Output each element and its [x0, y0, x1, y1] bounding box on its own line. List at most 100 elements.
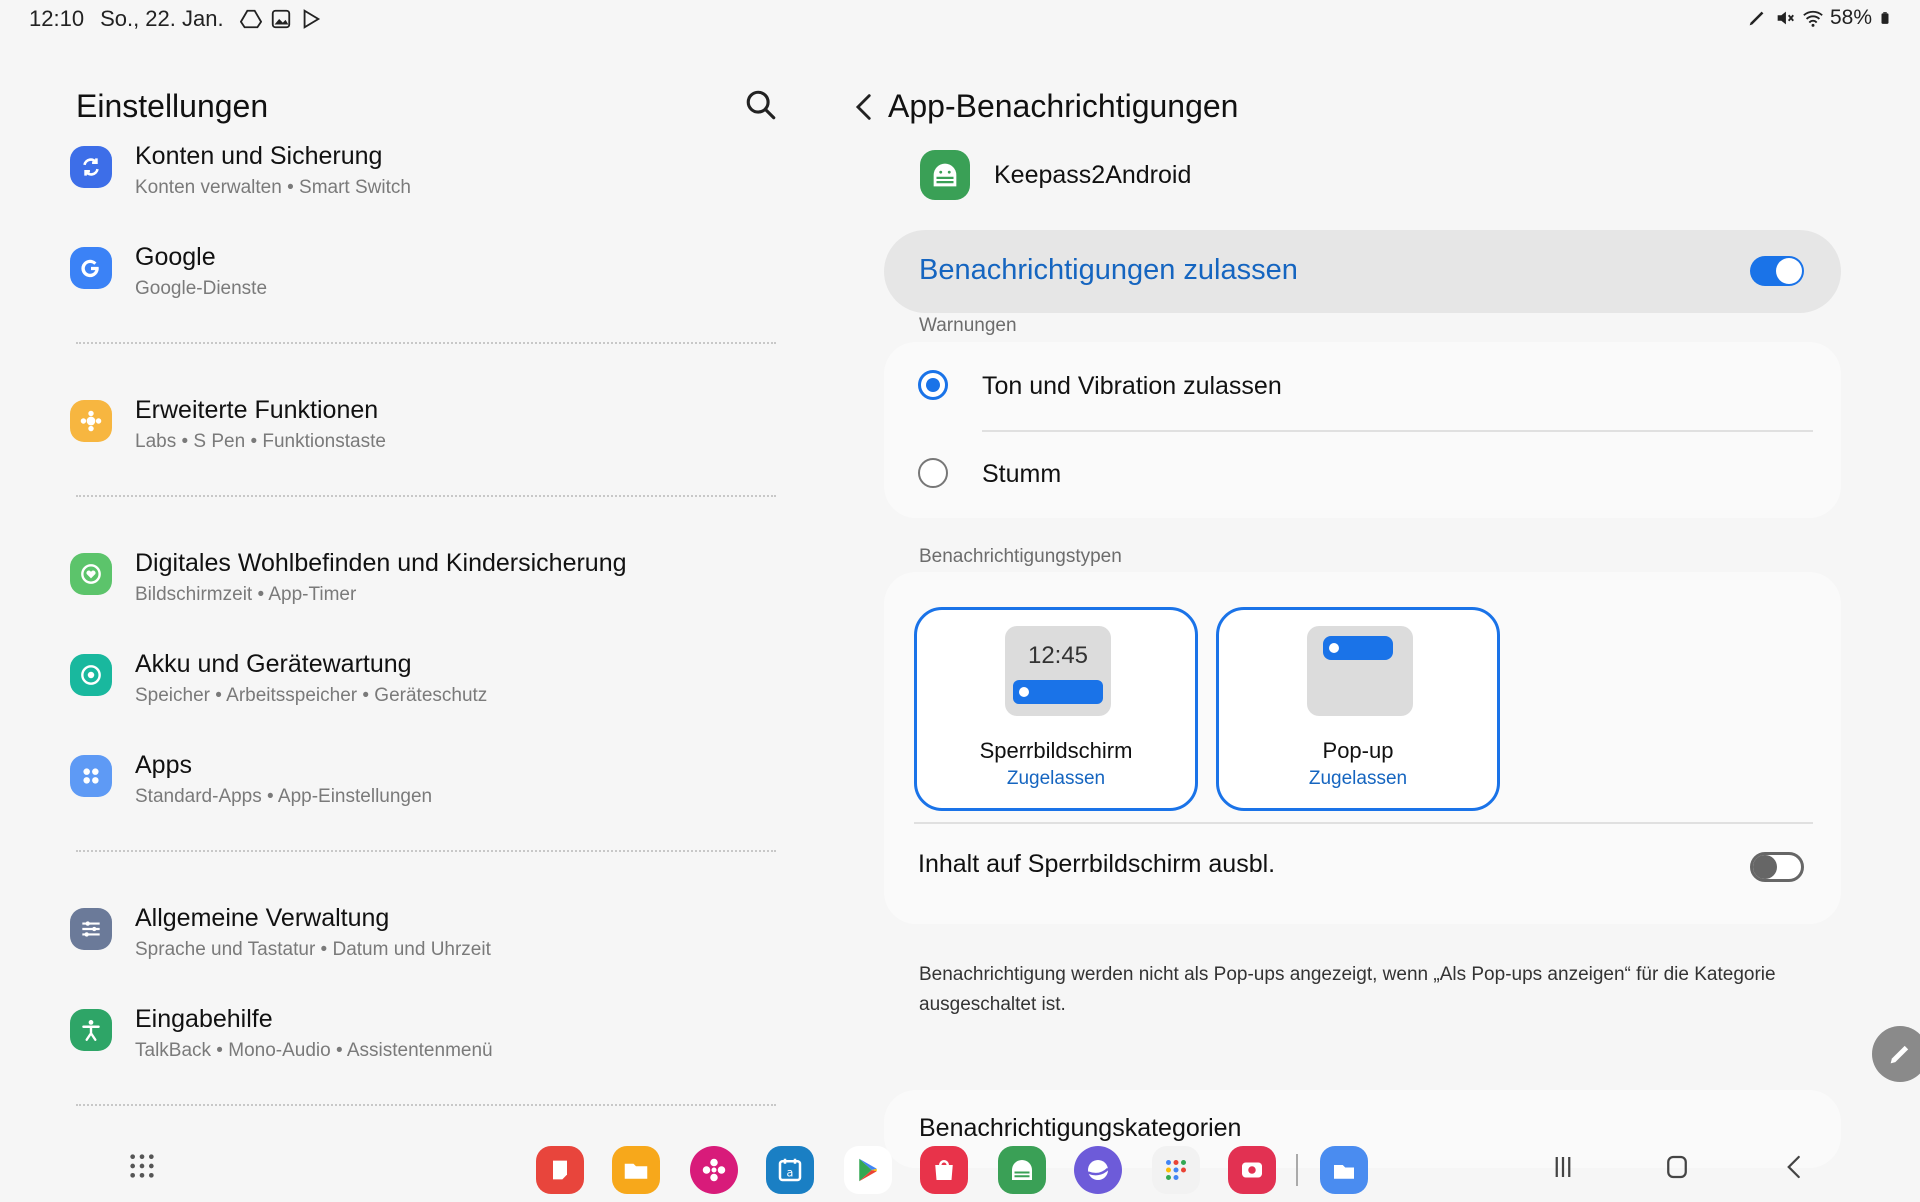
preview-time: 12:45 [1027, 642, 1089, 669]
type-name: Sperrbildschirm [979, 738, 1133, 763]
settings-item-title: Erweiterte Funktionen [135, 396, 379, 424]
settings-title: Einstellungen [76, 88, 269, 124]
search-icon[interactable] [744, 88, 778, 122]
status-right: 58% [1746, 6, 1892, 30]
settings-item-subtitle: TalkBack • Mono-Audio • Assistentenmenü [135, 1040, 493, 1061]
type-status: Zugelassen [1006, 768, 1106, 789]
screen-recorder-icon[interactable] [1228, 1146, 1276, 1194]
types-header: Benachrichtigungstypen [919, 546, 1122, 567]
app-header: Keepass2Android [920, 150, 1191, 200]
sync-icon [70, 146, 112, 188]
svg-text:a: a [787, 1166, 794, 1179]
settings-item-advanced[interactable]: Erweiterte Funktionen Labs • S Pen • Fun… [0, 370, 800, 471]
edit-pen-button[interactable] [1872, 1026, 1920, 1082]
preview-notification-bar [1013, 680, 1103, 704]
allow-notifications-toggle[interactable] [1750, 256, 1804, 286]
my-files-app-icon[interactable] [1320, 1146, 1368, 1194]
home-nav-icon[interactable] [1660, 1152, 1694, 1182]
settings-item-google[interactable]: Google Google-Dienste [0, 217, 800, 318]
back-arrow-icon[interactable] [848, 88, 882, 126]
calendar-app-icon[interactable]: a [766, 1146, 814, 1194]
settings-item-title: Akku und Gerätewartung [135, 650, 412, 678]
google-folder-icon[interactable] [1152, 1146, 1200, 1194]
back-nav-icon[interactable] [1778, 1152, 1812, 1182]
status-date: So., 22. Jan. [100, 6, 224, 31]
divider [914, 822, 1813, 824]
app-notifications-pane: App-Benachrichtigungen Keepass2Android B… [820, 40, 1920, 1168]
settings-item-title: Digitales Wohlbefinden und Kindersicheru… [135, 549, 627, 577]
settings-item-subtitle: Standard-Apps • App-Einstellungen [135, 786, 433, 807]
battery-percent: 58% [1829, 6, 1872, 29]
files-app-icon[interactable] [612, 1146, 660, 1194]
divider [0, 826, 800, 878]
status-bar: 12:10 So., 22. Jan. 58% [0, 0, 1920, 40]
settings-item-title: Eingabehilfe [135, 1005, 273, 1033]
wellbeing-icon [70, 553, 112, 595]
play-store-icon[interactable] [844, 1146, 892, 1194]
galaxy-store-icon[interactable] [920, 1146, 968, 1194]
type-name: Pop-up [1322, 738, 1394, 763]
notes-app-icon[interactable] [536, 1146, 584, 1194]
types-card: 12:45 Sperrbildschirm Zugelassen Pop-up … [884, 572, 1841, 924]
type-status: Zugelassen [1308, 768, 1408, 789]
dock-separator [1296, 1154, 1298, 1186]
radio-unselected[interactable] [918, 458, 948, 488]
allow-notifications-label: Benachrichtigungen zulassen [919, 254, 1298, 286]
warnings-card: Ton und Vibration zulassen Stumm [884, 342, 1841, 518]
taskbar: a [0, 1130, 1920, 1202]
apps-icon [70, 755, 112, 797]
recents-nav-icon[interactable] [1546, 1152, 1580, 1182]
flower-app-icon[interactable] [690, 1146, 738, 1194]
gallery-icon [271, 9, 290, 29]
settings-item-accounts[interactable]: Konten und Sicherung Konten verwalten • … [0, 140, 800, 217]
status-left: 12:10 So., 22. Jan. [29, 6, 322, 32]
silent-option[interactable]: Stumm [884, 430, 1841, 518]
app-name: Keepass2Android [994, 160, 1192, 189]
settings-item-apps[interactable]: Apps Standard-Apps • App-Einstellungen [0, 725, 800, 826]
radio-label: Stumm [982, 460, 1062, 488]
preview-popup-bar [1323, 636, 1393, 660]
status-time: 12:10 [29, 6, 85, 31]
allow-notifications-row[interactable]: Benachrichtigungen zulassen [884, 230, 1841, 313]
app-drawer-icon[interactable] [128, 1152, 156, 1180]
settings-item-subtitle: Bildschirmzeit • App-Timer [135, 584, 357, 605]
radio-selected[interactable] [918, 370, 948, 400]
hide-content-label: Inhalt auf Sperrbildschirm ausbl. [918, 850, 1276, 878]
settings-list[interactable]: Konten und Sicherung Konten verwalten • … [0, 140, 800, 1130]
lockscreen-preview: 12:45 [1005, 626, 1111, 716]
keepass-app-icon[interactable] [998, 1146, 1046, 1194]
sliders-icon [70, 908, 112, 950]
divider [0, 471, 800, 523]
hide-content-toggle[interactable] [1750, 852, 1804, 882]
settings-item-accessibility[interactable]: Eingabehilfe TalkBack • Mono-Audio • Ass… [0, 979, 800, 1080]
accessibility-icon [70, 1009, 112, 1051]
sound-vibration-option[interactable]: Ton und Vibration zulassen [884, 342, 1841, 432]
battery-care-icon [70, 654, 112, 696]
pencil-icon [1890, 1045, 1909, 1064]
settings-item-subtitle: Konten verwalten • Smart Switch [135, 177, 411, 198]
play-icon [303, 9, 320, 29]
settings-item-wellbeing[interactable]: Digitales Wohlbefinden und Kindersicheru… [0, 523, 800, 624]
internet-app-icon[interactable] [1074, 1146, 1122, 1194]
settings-item-title: Apps [135, 751, 192, 779]
mute-icon [1777, 11, 1794, 25]
settings-item-subtitle: Speicher • Arbeitsspeicher • Geräteschut… [135, 685, 488, 706]
keepass-app-icon [920, 150, 970, 200]
battery-icon [1881, 12, 1889, 24]
drive-icon [239, 9, 262, 29]
settings-item-title: Allgemeine Verwaltung [135, 904, 390, 932]
popup-preview [1307, 626, 1413, 716]
popup-type-card[interactable]: Pop-up Zugelassen [1216, 607, 1500, 811]
settings-item-subtitle: Google-Dienste [135, 278, 268, 299]
settings-item-battery[interactable]: Akku und Gerätewartung Speicher • Arbeit… [0, 624, 800, 725]
pen-icon [1749, 11, 1764, 26]
info-note: Benachrichtigung werden nicht als Pop-up… [919, 964, 1776, 1015]
wifi-icon [1803, 10, 1823, 27]
puzzle-icon [70, 400, 112, 442]
settings-item-general[interactable]: Allgemeine Verwaltung Sprache und Tastat… [0, 878, 800, 979]
divider [0, 1080, 800, 1130]
divider [0, 318, 800, 370]
radio-label: Ton und Vibration zulassen [982, 372, 1282, 400]
settings-item-subtitle: Labs • S Pen • Funktionstaste [135, 431, 386, 452]
lockscreen-type-card[interactable]: 12:45 Sperrbildschirm Zugelassen [914, 607, 1198, 811]
